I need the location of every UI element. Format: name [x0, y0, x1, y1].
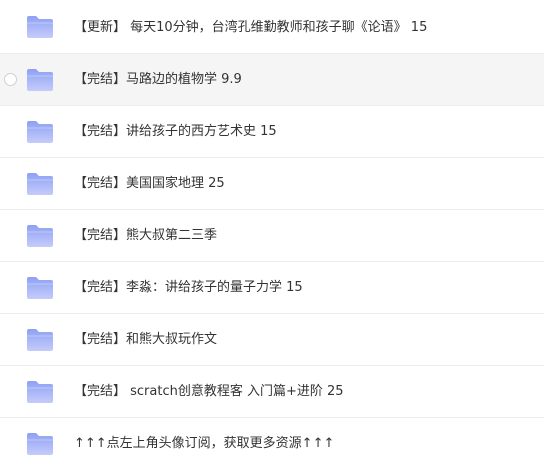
folder-name[interactable]: 【完结】美国国家地理 25 — [74, 158, 536, 210]
folder-row[interactable]: 【完结】 scratch创意教程客 入门篇+进阶 25 — [0, 366, 544, 418]
folder-row[interactable]: 【完结】和熊大叔玩作文 — [0, 314, 544, 366]
folder-row[interactable]: 【完结】讲给孩子的西方艺术史 15 — [0, 106, 544, 158]
folder-name[interactable]: 【完结】 scratch创意教程客 入门篇+进阶 25 — [74, 366, 536, 418]
folder-icon — [26, 432, 54, 456]
folder-name[interactable]: ↑↑↑点左上角头像订阅，获取更多资源↑↑↑ — [74, 418, 536, 470]
file-list: 【更新】 每天10分钟，台湾孔维勤教师和孩子聊《论语》 15 【完结】马路边的植… — [0, 0, 544, 467]
select-checkbox[interactable] — [4, 72, 17, 86]
folder-name[interactable]: 【更新】 每天10分钟，台湾孔维勤教师和孩子聊《论语》 15 — [74, 0, 536, 56]
folder-icon — [26, 120, 54, 144]
folder-row[interactable]: 【更新】 每天10分钟，台湾孔维勤教师和孩子聊《论语》 15 — [0, 0, 544, 54]
folder-icon — [26, 15, 54, 39]
folder-row[interactable]: ↑↑↑点左上角头像订阅，获取更多资源↑↑↑ — [0, 418, 544, 470]
folder-icon — [26, 224, 54, 248]
folder-row[interactable]: 【完结】李淼：讲给孩子的量子力学 15 — [0, 262, 544, 314]
folder-name[interactable]: 【完结】和熊大叔玩作文 — [74, 314, 536, 366]
folder-row[interactable]: 【完结】熊大叔第二三季 — [0, 210, 544, 262]
folder-name[interactable]: 【完结】讲给孩子的西方艺术史 15 — [74, 106, 536, 158]
folder-row[interactable]: 【完结】马路边的植物学 9.9 — [0, 54, 544, 106]
folder-icon — [26, 68, 54, 92]
folder-icon — [26, 328, 54, 352]
folder-row[interactable]: 【完结】美国国家地理 25 — [0, 158, 544, 210]
folder-name[interactable]: 【完结】李淼：讲给孩子的量子力学 15 — [74, 262, 536, 314]
folder-icon — [26, 380, 54, 404]
folder-name[interactable]: 【完结】熊大叔第二三季 — [74, 210, 536, 262]
folder-icon — [26, 276, 54, 300]
folder-name[interactable]: 【完结】马路边的植物学 9.9 — [74, 54, 536, 106]
folder-icon — [26, 172, 54, 196]
